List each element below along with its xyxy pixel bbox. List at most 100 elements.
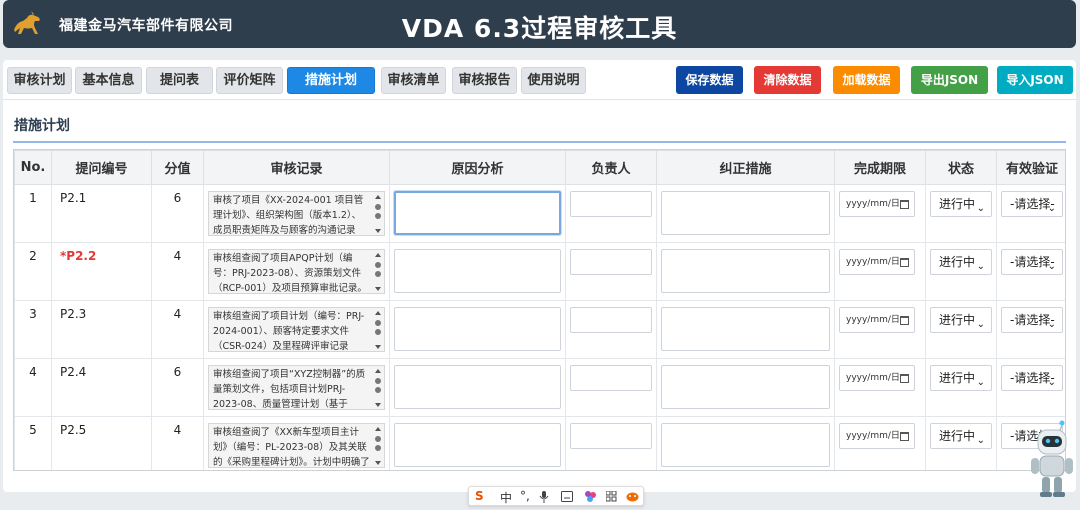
punctuation-toggle[interactable]: °, [520,489,530,503]
chevron-down-icon: ⌄ [1047,261,1056,272]
cause-analysis-input[interactable] [394,307,561,351]
section-title: 措施计划 [14,118,70,134]
audit-record-textarea[interactable]: 审核了项目《XX-2024-001 项目管理计划》、组织架构图（版本1.2）、成… [208,191,385,236]
cause-analysis-input[interactable] [394,191,561,235]
export-json-button[interactable]: 导出JSON [911,66,988,94]
deadline-date-input[interactable]: yyyy/mm/日 [839,365,915,391]
tab-audit-checklist[interactable]: 审核清单 [381,67,446,94]
owner-input[interactable] [570,365,652,391]
status-cell: 进行中 ⌄ [925,300,997,359]
grid-menu-icon[interactable] [606,491,617,502]
scrollbar[interactable] [374,310,382,350]
tab-audit-plan[interactable]: 审核计划 [7,67,72,94]
verification-select[interactable]: -请选择-⌄ [1001,307,1063,333]
row-no: 5 [14,416,52,470]
owner-input[interactable] [570,307,652,333]
col-header-score: 分值 [151,150,204,185]
corrective-action-cell [656,242,835,301]
cause-analysis-input[interactable] [394,423,561,467]
deadline-date-input[interactable]: yyyy/mm/日 [839,423,915,449]
owner-cell [565,242,657,301]
date-placeholder: yyyy/mm/日 [846,257,900,267]
status-value: 进行中 [939,313,976,327]
audit-record-textarea[interactable]: 审核组查阅了项目APQP计划（编号：PRJ-2023-08）、资源策划文件（RC… [208,249,385,294]
cause-analysis-cell [389,358,566,417]
status-select[interactable]: 进行中 ⌄ [930,365,992,391]
calendar-icon[interactable] [900,258,909,267]
skin-icon[interactable] [584,490,597,503]
tab-instructions[interactable]: 使用说明 [521,67,586,94]
score: 4 [151,416,204,470]
section-divider [13,141,1066,143]
cause-analysis-input[interactable] [394,249,561,293]
ime-mode-toggle[interactable]: 中 [500,489,512,506]
scrollbar[interactable] [374,426,382,466]
audit-record-cell: 审核组查阅了项目计划（编号：PRJ-2024-001）、顾客特定要求文件（CSR… [203,300,390,359]
audit-record-textarea[interactable]: 审核组查阅了项目计划（编号：PRJ-2024-001）、顾客特定要求文件（CSR… [208,307,385,352]
audit-record-textarea[interactable]: 审核组查阅了项目“XYZ控制器”的质量策划文件，包括项目计划PRJ-2023-0… [208,365,385,410]
load-data-button[interactable]: 加载数据 [833,66,900,94]
owner-input[interactable] [570,423,652,449]
cause-analysis-input[interactable] [394,365,561,409]
sogou-logo-icon[interactable]: S [475,489,484,503]
corrective-action-input[interactable] [661,423,830,467]
keyboard-icon[interactable] [561,491,573,502]
calendar-icon[interactable] [900,200,909,209]
tab-question-list[interactable]: 提问表 [146,67,213,94]
clear-data-button[interactable]: 清除数据 [754,66,821,94]
status-select[interactable]: 进行中 ⌄ [930,423,992,449]
audit-record-cell: 审核组查阅了项目APQP计划（编号：PRJ-2023-08）、资源策划文件（RC… [203,242,390,301]
microphone-icon[interactable] [539,491,549,503]
corrective-action-input[interactable] [661,191,830,235]
row-no: 1 [14,184,52,243]
app-header: 福建金马汽车部件有限公司 VDA 6.3过程审核工具 [3,0,1076,48]
owner-input[interactable] [570,191,652,217]
save-data-button[interactable]: 保存数据 [676,66,743,94]
tab-evaluation-matrix[interactable]: 评价矩阵 [216,67,283,94]
deadline-cell: yyyy/mm/日 [834,358,926,417]
col-header-owner: 负责人 [565,150,657,185]
deadline-date-input[interactable]: yyyy/mm/日 [839,249,915,275]
audit-record-textarea[interactable]: 审核组查阅了《XX新车型项目主计划》（编号：PL-2023-08）及其关联的《采… [208,423,385,468]
calendar-icon[interactable] [900,374,909,383]
verification-select[interactable]: -请选择-⌄ [1001,191,1063,217]
verification-select[interactable]: -请选择-⌄ [1001,249,1063,275]
question-id: P2.5 [51,416,152,470]
chevron-down-icon: ⌄ [976,319,985,330]
scrollbar[interactable] [374,368,382,408]
audit-record-text: 审核组查阅了项目计划（编号：PRJ-2024-001）、顾客特定要求文件（CSR… [213,311,365,352]
status-select[interactable]: 进行中 ⌄ [930,191,992,217]
deadline-date-input[interactable]: yyyy/mm/日 [839,191,915,217]
deadline-date-input[interactable]: yyyy/mm/日 [839,307,915,333]
robot-assistant-icon[interactable] [1026,420,1076,498]
col-header-audit-record: 审核记录 [203,150,390,185]
calendar-icon[interactable] [900,316,909,325]
tab-audit-report[interactable]: 审核报告 [452,67,517,94]
owner-cell [565,416,657,470]
scrollbar[interactable] [374,252,382,292]
verification-select[interactable]: -请选择-⌄ [1001,365,1063,391]
chevron-down-icon: ⌄ [976,261,985,272]
corrective-action-input[interactable] [661,307,830,351]
col-header-cause-analysis: 原因分析 [389,150,566,185]
corrective-action-input[interactable] [661,249,830,293]
chevron-down-icon: ⌄ [1047,377,1056,388]
status-select[interactable]: 进行中 ⌄ [930,307,992,333]
tab-basic-info[interactable]: 基本信息 [75,67,142,94]
owner-input[interactable] [570,249,652,275]
import-json-button[interactable]: 导入JSON [997,66,1073,94]
status-select[interactable]: 进行中 ⌄ [930,249,992,275]
calendar-icon[interactable] [900,432,909,441]
score: 4 [151,242,204,301]
mascot-icon[interactable] [626,491,639,502]
action-plan-table: No. 提问编号 分值 审核记录 原因分析 负责人 纠正措施 完成期限 状态 有… [13,149,1066,471]
status-value: 进行中 [939,255,976,269]
chevron-down-icon: ⌄ [976,377,985,388]
tab-action-plan[interactable]: 措施计划 [287,67,375,94]
status-cell: 进行中 ⌄ [925,416,997,470]
scrollbar[interactable] [374,194,382,234]
owner-cell [565,358,657,417]
date-placeholder: yyyy/mm/日 [846,315,900,325]
audit-record-text: 审核组查阅了《XX新车型项目主计划》（编号：PL-2023-08）及其关联的《采… [213,427,370,468]
corrective-action-input[interactable] [661,365,830,409]
